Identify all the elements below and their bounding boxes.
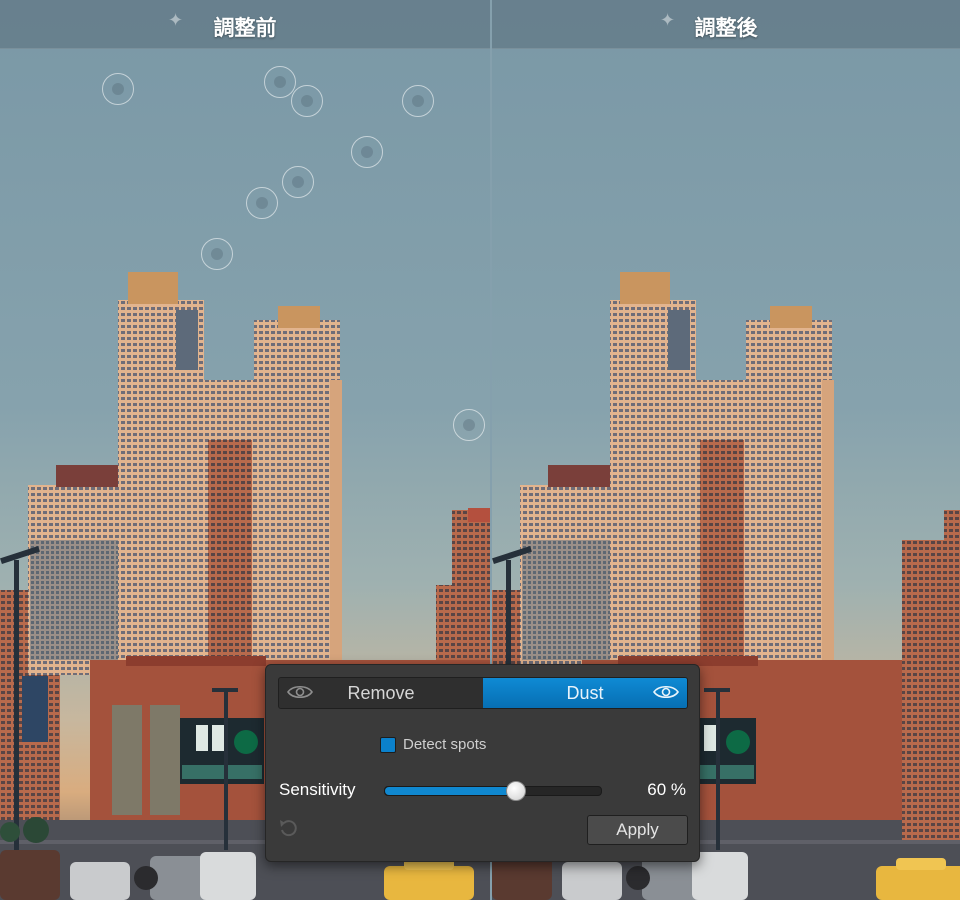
- dust-spot-marker[interactable]: [453, 409, 485, 441]
- sensitivity-slider-thumb[interactable]: [505, 781, 526, 801]
- mode-dust-button[interactable]: Dust: [483, 678, 687, 708]
- dust-removal-panel: Remove Dust Detect spots Sensitivity 60 …: [265, 664, 700, 862]
- dust-spot-marker[interactable]: [282, 166, 314, 198]
- sensitivity-label: Sensitivity: [279, 780, 356, 799]
- dust-spot-marker[interactable]: [246, 187, 278, 219]
- mode-remove-button[interactable]: Remove: [279, 678, 483, 708]
- after-title: 調整後: [694, 16, 758, 40]
- dust-spot-marker[interactable]: [351, 136, 383, 168]
- reset-icon[interactable]: [278, 817, 300, 839]
- dust-spot-marker[interactable]: [102, 73, 134, 105]
- dust-spot-marker[interactable]: [291, 85, 323, 117]
- detect-spots-checkbox[interactable]: [380, 737, 396, 753]
- sensitivity-value: 60 %: [647, 780, 686, 799]
- before-header: ✦ 調整前: [0, 0, 490, 49]
- mode-segmented-control: Remove Dust: [278, 677, 688, 709]
- sensitivity-slider[interactable]: [384, 781, 602, 801]
- sensitivity-slider-fill: [385, 787, 515, 795]
- apply-button[interactable]: Apply: [587, 815, 688, 845]
- dust-spot-marker[interactable]: [402, 85, 434, 117]
- after-header: ✦ 調整後: [492, 0, 960, 49]
- dust-spot-marker[interactable]: [201, 238, 233, 270]
- dust-spot-marker[interactable]: [264, 66, 296, 98]
- mode-remove-label: Remove: [347, 683, 415, 703]
- before-title: 調整前: [213, 16, 277, 40]
- eye-icon[interactable]: [653, 683, 679, 701]
- detect-spots-label: Detect spots: [403, 736, 487, 753]
